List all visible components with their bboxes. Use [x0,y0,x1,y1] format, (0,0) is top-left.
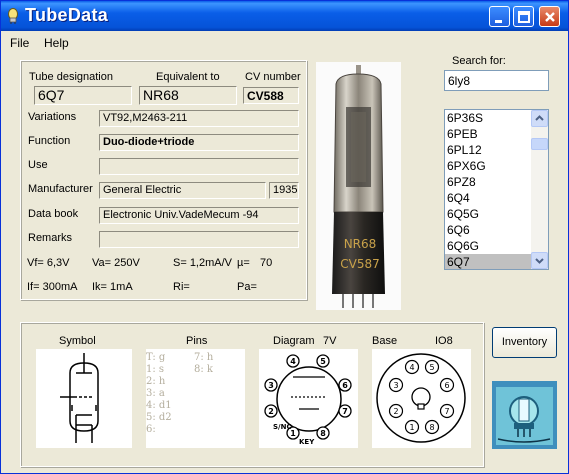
search-label: Search for: [452,55,506,67]
base-pin-number: 5 [429,363,434,372]
base-code: IO8 [435,335,453,347]
menu-bar: File Help [1,32,568,52]
databook-label: Data book [28,208,79,220]
pins-list: T: g 7: h 1: s 8: k 2: h 3: a 4: d1 5: d2 6: [146,352,245,436]
mu-label: µ= [237,257,250,269]
pin-entry: 1: s [146,364,165,375]
window-title: TubeData [25,5,109,25]
pin-entry: 6: [146,424,156,435]
variations-field[interactable]: VT92,M2463-211 [99,110,299,127]
list-scrollbar[interactable] [531,110,548,269]
photo-marking-2: CV587 [340,257,380,271]
inventory-button[interactable]: Inventory [492,327,557,358]
use-label: Use [28,159,48,171]
ik-value: Ik= 1mA [92,281,133,293]
diagram-pin-number: 7 [342,407,348,416]
pin-row: 2: h [146,376,245,388]
diagram-snc-label: S/NC [273,423,292,431]
tube-app-icon [6,8,20,24]
pin-row: 5: d2 [146,412,245,424]
designation-field[interactable]: 6Q7 [34,86,132,105]
diagram-pin-number: 2 [268,407,274,416]
designation-label: Tube designation [29,71,113,83]
diagram-pin-number: 4 [290,357,296,366]
cv-label: CV number [245,71,301,83]
diagram-key-label: KEY [299,438,315,446]
search-input[interactable] [444,70,549,91]
base-diagram: 1 2 3 4 5 6 7 8 [372,349,471,448]
function-label: Function [28,135,71,147]
tubedata-window: TubeData File Help Tube designation Equi… [0,0,569,474]
base-label: Base [372,335,398,347]
scroll-down-button[interactable] [531,252,548,269]
pins-panel: T: g 7: h 1: s 8: k 2: h 3: a 4: d1 5: d2 6: [146,349,245,448]
base-pin-number: 6 [444,381,449,390]
diagram-label: Diagram [273,335,315,347]
use-field[interactable] [99,158,299,175]
diagram-pin-number: 8 [320,429,326,438]
scroll-up-button[interactable] [531,110,548,127]
base-pin-number: 8 [429,423,434,432]
base-pin-number: 2 [393,407,398,416]
base-pin-number: 7 [444,407,449,416]
pin-entry: 5: d2 [146,412,172,423]
base-pin-number: 3 [393,381,398,390]
year-field[interactable]: 1935 [269,182,299,199]
cv-field[interactable]: CV588 [243,87,299,104]
tube-symbol [36,349,132,448]
remarks-label: Remarks [28,232,73,244]
symbol-label: Symbol [59,335,96,347]
tube-listbox[interactable]: 6P36S 6PEB 6PL12 6PX6G 6PZ8 6Q4 6Q5G 6Q6 6Q6G 6Q7 [444,109,549,270]
pin-row: 6: [146,424,245,436]
diagram-pin-number: 6 [342,381,348,390]
va-value: Va= 250V [92,257,140,269]
vf-value: Vf= 6,3V [27,257,70,269]
manufacturer-field[interactable]: General Electric [99,182,266,199]
pin-row: 1: s 8: k [146,364,245,376]
databook-field[interactable]: Electronic Univ.VadeMecum -94 [99,207,299,224]
tube-photo: NR68 CV587 [316,62,401,310]
remarks-field[interactable] [99,231,299,248]
photo-marking-1: NR68 [344,237,377,251]
manufacturer-label: Manufacturer [28,183,93,195]
tubedata-logo [492,381,557,449]
menu-help[interactable]: Help [44,36,69,50]
s-value: S= 1,2mA/V [173,257,233,269]
equivalent-field[interactable]: NR68 [139,86,237,105]
menu-file[interactable]: File [10,36,29,50]
diagram-code: 7V [323,335,337,347]
pin-entry: 2: h [146,376,166,387]
pin-entry: 4: d1 [146,400,172,411]
if-value: If= 300mA [27,281,78,293]
pin-entry: T: g [146,352,166,363]
title-bar[interactable]: TubeData [1,1,568,31]
equivalent-label: Equivalent to [156,71,220,83]
minimize-button[interactable] [489,6,510,27]
pin-entry: 8: k [194,364,213,375]
variations-label: Variations [28,111,77,123]
base-pin-number: 4 [409,363,414,372]
pin-diagram: 12345678 S/NC KEY [259,349,358,448]
diagram-pin-number: 3 [268,381,274,390]
pin-row: 3: a [146,388,245,400]
function-field[interactable]: Duo-diode+triode [99,134,299,151]
diagram-pin-number: 5 [320,357,326,366]
pa-value: Pa= [237,281,257,293]
maximize-button[interactable] [513,6,534,27]
ri-value: Ri= [173,281,190,293]
pin-entry: 7: h [194,352,214,363]
base-pin-number: 1 [409,423,414,432]
pin-row: 4: d1 [146,400,245,412]
close-button[interactable] [539,6,560,27]
mu-value: 70 [260,257,273,269]
pins-label: Pins [186,335,208,347]
pin-entry: 3: a [146,388,165,399]
pin-row: T: g 7: h [146,352,245,364]
scroll-thumb[interactable] [531,138,548,150]
